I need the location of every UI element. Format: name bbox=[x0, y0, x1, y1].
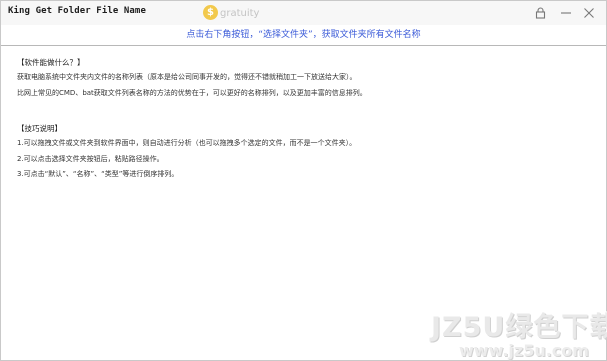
close-icon bbox=[584, 8, 594, 18]
gratuity-label: gratuity bbox=[220, 8, 260, 19]
app-title: King Get Folder File Name bbox=[8, 6, 146, 16]
watermark-text: JZ5U绿色下载 bbox=[431, 312, 607, 343]
minimize-icon bbox=[561, 12, 571, 14]
info-line: 比网上常见的CMD、bat获取文件列表名称的方法的优势在于，可以更好的名称排列，… bbox=[17, 89, 367, 97]
section-heading-tips: 【技巧说明】 bbox=[17, 124, 62, 133]
minimize-button[interactable] bbox=[556, 1, 576, 25]
app-window: King Get Folder File Name $ gratuity 点击右… bbox=[0, 0, 607, 361]
close-button[interactable] bbox=[579, 1, 599, 25]
info-line: 获取电脑系统中文件夹内文件的名称列表（原本是给公司同事开发的，觉得还不错就稍加工… bbox=[17, 73, 357, 81]
tip-line: 2.可以点击选择文件夹按钮后，粘贴路径操作。 bbox=[17, 155, 164, 163]
lock-icon bbox=[535, 7, 546, 19]
watermark: JZ5U绿色下载 www.jz5u.com bbox=[431, 305, 607, 361]
title-bar[interactable]: King Get Folder File Name $ gratuity bbox=[1, 1, 606, 25]
lock-button[interactable] bbox=[531, 1, 551, 25]
dollar-coin-icon: $ bbox=[203, 5, 218, 20]
watermark-url: www.jz5u.com bbox=[459, 341, 589, 360]
tip-line: 1.可以拖拽文件或文件夹到软件界面中，则自动进行分析（也可以拖拽多个选定的文件，… bbox=[17, 139, 357, 147]
hint-bar: 点击右下角按钮，“选择文件夹”，获取文件夹所有文件名称 bbox=[1, 25, 606, 46]
section-heading-features: 【软件能做什么？】 bbox=[17, 58, 85, 67]
tip-line: 3.可点击“默认”、“名称”、“类型”等进行倒序排列。 bbox=[17, 170, 179, 178]
